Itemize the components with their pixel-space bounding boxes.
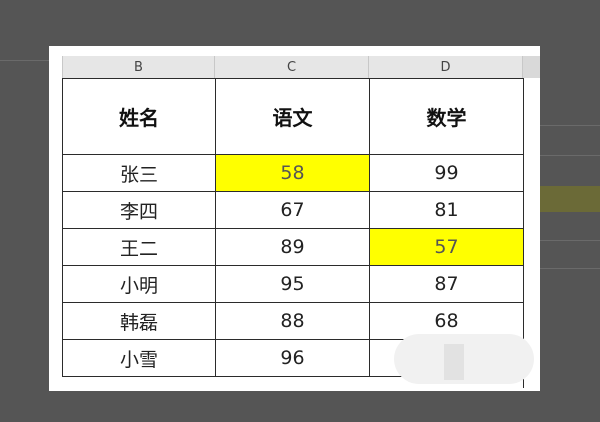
column-header-e[interactable] xyxy=(523,56,540,78)
background-divider xyxy=(540,125,600,126)
table-row: 王二 89 57 xyxy=(62,228,524,266)
table-row: 张三 58 99 xyxy=(62,154,524,192)
header-math[interactable]: 数学 xyxy=(369,78,524,155)
cell-chinese[interactable]: 96 xyxy=(215,339,370,377)
header-row: 姓名 语文 数学 xyxy=(62,78,524,155)
background-divider xyxy=(0,60,49,61)
cell-name[interactable]: 张三 xyxy=(62,154,216,192)
cell-chinese[interactable]: 58 xyxy=(215,154,370,192)
cell-chinese[interactable]: 88 xyxy=(215,302,370,340)
watermark-blur xyxy=(444,344,464,380)
column-header-c[interactable]: C xyxy=(215,56,369,78)
cell-math[interactable]: 87 xyxy=(369,265,524,303)
cell-name[interactable]: 小雪 xyxy=(62,339,216,377)
cell-chinese[interactable]: 95 xyxy=(215,265,370,303)
cell-name[interactable]: 小明 xyxy=(62,265,216,303)
header-name[interactable]: 姓名 xyxy=(62,78,216,155)
table-row: 李四 67 81 xyxy=(62,191,524,229)
cell-name[interactable]: 王二 xyxy=(62,228,216,266)
cell-name[interactable]: 李四 xyxy=(62,191,216,229)
background-divider xyxy=(540,240,600,241)
cell-math[interactable]: 81 xyxy=(369,191,524,229)
header-chinese[interactable]: 语文 xyxy=(215,78,370,155)
score-table: 姓名 语文 数学 张三 58 99 李四 67 81 王二 89 57 小明 9… xyxy=(62,78,524,377)
spreadsheet-zoom-view: B C D 姓名 语文 数学 张三 58 99 李四 67 81 王二 89 5… xyxy=(49,46,540,391)
column-header-b[interactable]: B xyxy=(62,56,215,78)
column-header-d[interactable]: D xyxy=(369,56,523,78)
cell-chinese[interactable]: 67 xyxy=(215,191,370,229)
watermark-blur xyxy=(394,334,534,384)
background-divider xyxy=(540,155,600,156)
background-highlight xyxy=(540,186,600,212)
cell-math[interactable]: 99 xyxy=(369,154,524,192)
cell-name[interactable]: 韩磊 xyxy=(62,302,216,340)
background-divider xyxy=(540,268,600,269)
cell-chinese[interactable]: 89 xyxy=(215,228,370,266)
table-row: 小明 95 87 xyxy=(62,265,524,303)
cell-math[interactable]: 57 xyxy=(369,228,524,266)
